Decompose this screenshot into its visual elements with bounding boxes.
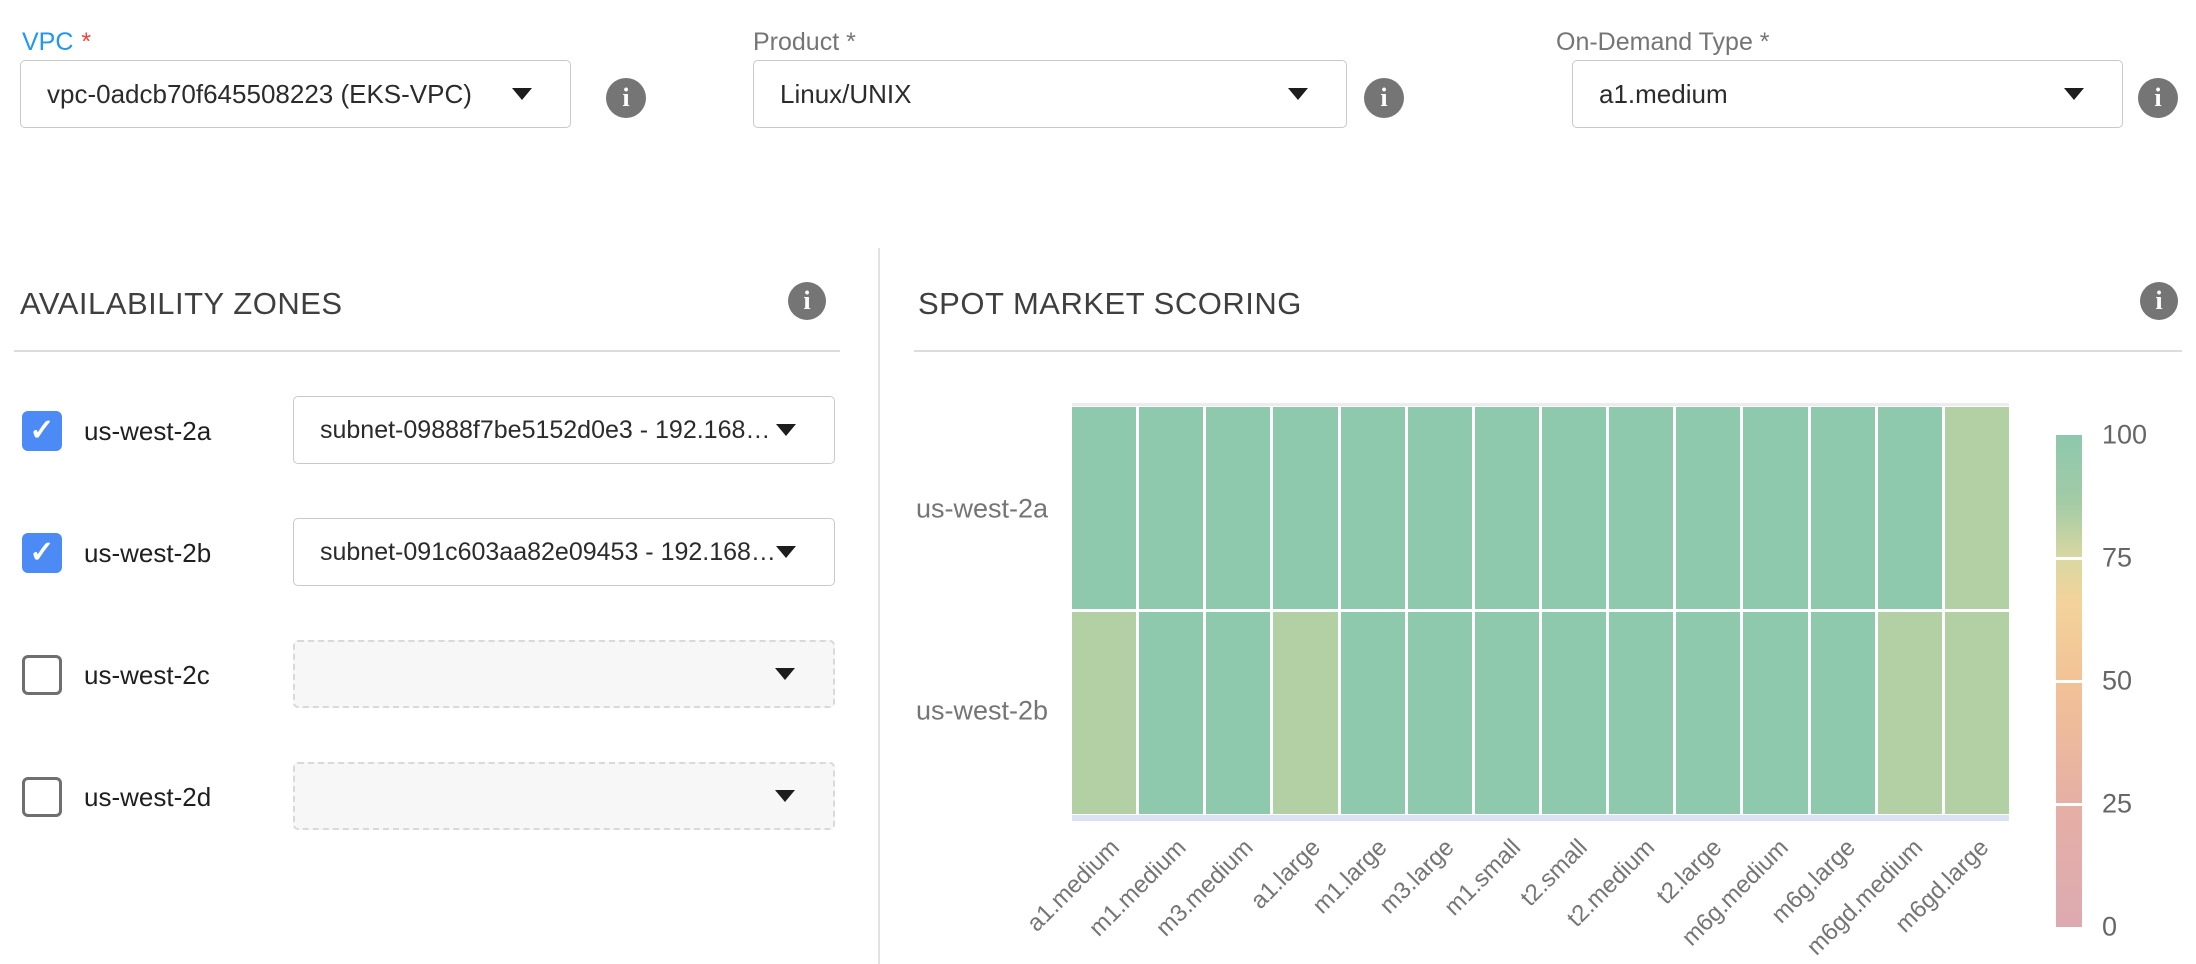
on-demand-type-select-value: a1.medium: [1599, 79, 2064, 110]
heatmap-cell-us-west-2a-t2.large: [1676, 407, 1740, 609]
heatmap-bottom-axis-strip: [1072, 815, 2009, 821]
heatmap-cell-us-west-2a-m6g.large: [1811, 407, 1875, 609]
heatmap-cell-us-west-2b-a1.large: [1273, 612, 1337, 814]
heatmap-row-label-us-west-2b: us-west-2b: [916, 696, 1048, 727]
az-subnet-select-us-west-2a[interactable]: subnet-09888f7be5152d0e3 - 192.168…: [293, 396, 835, 464]
heatmap-cell-us-west-2a-m6gd.large: [1945, 407, 2009, 609]
az-subnet-select-us-west-2b[interactable]: subnet-091c603aa82e09453 - 192.168…: [293, 518, 835, 586]
spot-configuration-page: VPC * vpc-0adcb70f645508223 (EKS-VPC) i P…: [0, 0, 2196, 964]
heatmap-cell-us-west-2b-m1.large: [1341, 612, 1405, 814]
az-subnet-select-value: subnet-09888f7be5152d0e3 - 192.168…: [320, 416, 776, 445]
check-icon: ✓: [29, 538, 54, 568]
heatmap-cell-us-west-2a-t2.medium: [1609, 407, 1673, 609]
vpc-required-asterisk: *: [81, 28, 91, 56]
heatmap-cell-us-west-2a-t2.small: [1542, 407, 1606, 609]
legend-label-25: 25: [2102, 789, 2132, 820]
heatmap-cell-us-west-2b-m1.small: [1475, 612, 1539, 814]
az-zone-label: us-west-2d: [84, 762, 211, 832]
az-checkbox-us-west-2a[interactable]: ✓: [22, 411, 62, 451]
on-demand-type-label: On-Demand Type *: [1556, 28, 1770, 57]
az-checkbox-us-west-2c[interactable]: [22, 655, 62, 695]
az-zone-label: us-west-2b: [84, 518, 211, 588]
heatmap-top-strip: [1072, 403, 2009, 406]
chevron-down-icon: [1288, 88, 1308, 100]
az-zone-label: us-west-2c: [84, 640, 210, 710]
vpc-info-icon[interactable]: i: [606, 78, 646, 118]
heatmap-cell-us-west-2b-m6g.large: [1811, 612, 1875, 814]
on-demand-type-select[interactable]: a1.medium: [1572, 60, 2123, 128]
on-demand-type-info-icon[interactable]: i: [2138, 78, 2178, 118]
heatmap-cell-us-west-2b-m6gd.large: [1945, 612, 2009, 814]
heatmap-cell-us-west-2b-t2.large: [1676, 612, 1740, 814]
heatmap-cell-us-west-2b-m6g.medium: [1743, 612, 1807, 814]
chevron-down-icon: [2064, 88, 2084, 100]
legend-tick-line: [2056, 680, 2082, 683]
availability-zone-row: us-west-2d: [0, 762, 878, 832]
az-subnet-select-us-west-2c: [293, 640, 835, 708]
legend-tick-line: [2056, 803, 2082, 806]
heatmap-cell-us-west-2a-m6gd.medium: [1878, 407, 1942, 609]
product-info-icon[interactable]: i: [1364, 78, 1404, 118]
chevron-down-icon: [775, 790, 795, 802]
availability-zone-row: ✓ us-west-2a subnet-09888f7be5152d0e3 - 19…: [0, 396, 878, 466]
legend-label-75: 75: [2102, 543, 2132, 574]
heatmap-row-label-us-west-2a: us-west-2a: [916, 494, 1048, 525]
heatmap-col-label-m6gd.medium: m6gd.medium: [1801, 834, 1928, 961]
heatmap-cell-us-west-2b-m3.medium: [1206, 612, 1270, 814]
legend-label-0: 0: [2102, 912, 2117, 943]
chevron-down-icon: [775, 668, 795, 680]
heatmap-cell-us-west-2a-a1.large: [1273, 407, 1337, 609]
chevron-down-icon: [776, 424, 796, 436]
heatmap-cell-us-west-2a-m1.large: [1341, 407, 1405, 609]
availability-zones-info-icon[interactable]: i: [788, 282, 826, 320]
legend-label-50: 50: [2102, 666, 2132, 697]
spot-market-heatmap: [1072, 407, 2009, 814]
vpc-label-text: VPC: [22, 28, 73, 56]
availability-zones-divider: [14, 350, 840, 352]
az-subnet-select-value: subnet-091c603aa82e09453 - 192.168…: [320, 538, 776, 567]
spot-market-scoring-divider: [914, 350, 2182, 352]
heatmap-cell-us-west-2b-t2.medium: [1609, 612, 1673, 814]
vpc-label: VPC *: [22, 28, 91, 57]
heatmap-color-legend: [2056, 435, 2082, 927]
chevron-down-icon: [512, 88, 532, 100]
spot-market-scoring-title: SPOT MARKET SCORING: [918, 286, 1302, 322]
az-zone-label: us-west-2a: [84, 396, 211, 466]
heatmap-cell-us-west-2a-m1.medium: [1139, 407, 1203, 609]
heatmap-cell-us-west-2a-a1.medium: [1072, 407, 1136, 609]
heatmap-cell-us-west-2b-t2.small: [1542, 612, 1606, 814]
product-select[interactable]: Linux/UNIX: [753, 60, 1347, 128]
heatmap-cell-us-west-2b-m1.medium: [1139, 612, 1203, 814]
heatmap-cell-us-west-2a-m3.medium: [1206, 407, 1270, 609]
vpc-select-value: vpc-0adcb70f645508223 (EKS-VPC): [47, 79, 512, 110]
chevron-down-icon: [776, 546, 796, 558]
heatmap-cell-us-west-2a-m1.small: [1475, 407, 1539, 609]
check-icon: ✓: [29, 416, 54, 446]
az-checkbox-us-west-2d[interactable]: [22, 777, 62, 817]
heatmap-cell-us-west-2a-m3.large: [1408, 407, 1472, 609]
heatmap-cell-us-west-2b-m3.large: [1408, 612, 1472, 814]
availability-zone-row: ✓ us-west-2b subnet-091c603aa82e09453 - 19…: [0, 518, 878, 588]
spot-market-scoring-info-icon[interactable]: i: [2140, 282, 2178, 320]
heatmap-cell-us-west-2b-a1.medium: [1072, 612, 1136, 814]
legend-tick-line: [2056, 557, 2082, 560]
section-divider: [878, 248, 880, 964]
availability-zone-row: us-west-2c: [0, 640, 878, 710]
heatmap-cell-us-west-2b-m6gd.medium: [1878, 612, 1942, 814]
az-subnet-select-us-west-2d: [293, 762, 835, 830]
vpc-select[interactable]: vpc-0adcb70f645508223 (EKS-VPC): [20, 60, 571, 128]
heatmap-cell-us-west-2a-m6g.medium: [1743, 407, 1807, 609]
product-select-value: Linux/UNIX: [780, 79, 1288, 110]
legend-label-100: 100: [2102, 420, 2147, 451]
az-checkbox-us-west-2b[interactable]: ✓: [22, 533, 62, 573]
product-label: Product *: [753, 28, 856, 57]
availability-zones-title: AVAILABILITY ZONES: [20, 286, 343, 322]
